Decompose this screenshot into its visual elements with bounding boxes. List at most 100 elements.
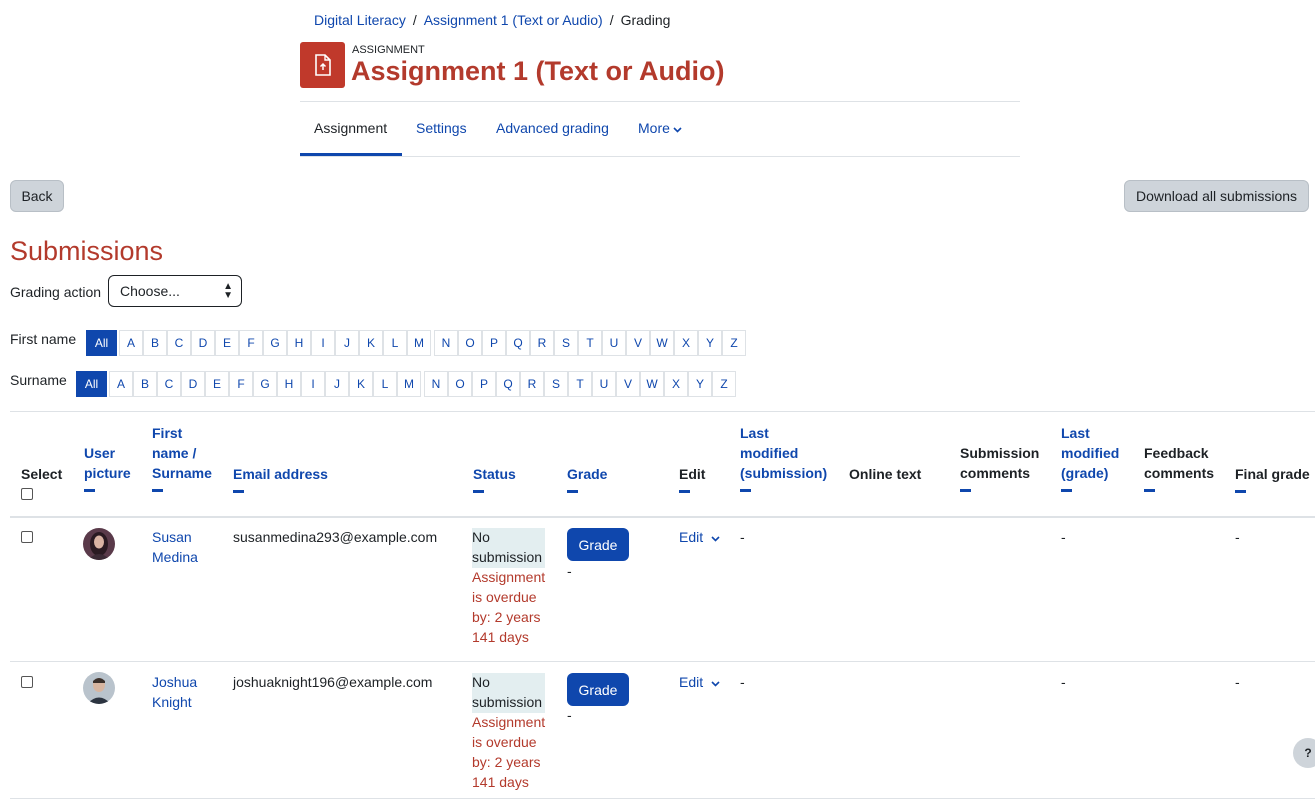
first-name-initial-i[interactable]: I	[311, 330, 335, 356]
surname-initial-x[interactable]: X	[664, 371, 688, 397]
first-name-initial-f[interactable]: F	[239, 330, 263, 356]
collapse-column-icon[interactable]	[960, 489, 971, 492]
first-name-initial-q[interactable]: Q	[506, 330, 530, 356]
collapse-column-icon[interactable]	[84, 489, 95, 492]
first-name-initial-c[interactable]: C	[167, 330, 191, 356]
first-name-initial-d[interactable]: D	[191, 330, 215, 356]
surname-initial-r[interactable]: R	[520, 371, 544, 397]
surname-initial-a[interactable]: A	[109, 371, 133, 397]
first-name-initial-g[interactable]: G	[263, 330, 287, 356]
column-header-status[interactable]: Status	[473, 464, 516, 493]
edit-menu[interactable]: Edit	[679, 672, 720, 692]
surname-initial-s[interactable]: S	[544, 371, 568, 397]
breadcrumb-assignment-link[interactable]: Assignment 1 (Text or Audio)	[424, 12, 603, 28]
first-name-initial-s[interactable]: S	[554, 330, 578, 356]
activity-type-label: ASSIGNMENT	[352, 44, 425, 56]
edit-menu[interactable]: Edit	[679, 527, 720, 547]
grade-button[interactable]: Grade	[567, 528, 629, 561]
avatar[interactable]	[83, 528, 115, 560]
collapse-column-icon[interactable]	[567, 490, 578, 493]
surname-initial-o[interactable]: O	[448, 371, 472, 397]
surname-initial-z[interactable]: Z	[712, 371, 736, 397]
first-name-initial-k[interactable]: K	[359, 330, 383, 356]
breadcrumb-separator: /	[412, 12, 417, 28]
collapse-column-icon[interactable]	[152, 489, 163, 492]
column-header-last-modified-submission[interactable]: Last modified (submission)	[740, 423, 827, 492]
column-header-grade[interactable]: Grade	[567, 464, 607, 493]
grade-button[interactable]: Grade	[567, 673, 629, 706]
collapse-column-icon[interactable]	[1235, 490, 1246, 493]
first-name-initial-z[interactable]: Z	[722, 330, 746, 356]
avatar[interactable]	[83, 672, 115, 704]
first-name-initial-r[interactable]: R	[530, 330, 554, 356]
surname-initial-k[interactable]: K	[349, 371, 373, 397]
first-name-initial-t[interactable]: T	[578, 330, 602, 356]
first-name-initial-b[interactable]: B	[143, 330, 167, 356]
surname-initial-p[interactable]: P	[472, 371, 496, 397]
surname-initial-u[interactable]: U	[592, 371, 616, 397]
first-name-initial-n[interactable]: N	[434, 330, 458, 356]
surname-initial-i[interactable]: I	[301, 371, 325, 397]
user-name-link[interactable]: Joshua Knight	[152, 672, 197, 712]
surname-initial-c[interactable]: C	[157, 371, 181, 397]
first-name-initial-x[interactable]: X	[674, 330, 698, 356]
column-header-name[interactable]: First name / Surname	[152, 423, 212, 492]
first-name-initial-p[interactable]: P	[482, 330, 506, 356]
column-header-edit: Edit	[679, 464, 705, 493]
column-header-email[interactable]: Email address	[233, 464, 328, 493]
first-name-initial-y[interactable]: Y	[698, 330, 722, 356]
surname-initial-n[interactable]: N	[424, 371, 448, 397]
first-name-initial-a[interactable]: A	[119, 330, 143, 356]
collapse-column-icon[interactable]	[740, 489, 751, 492]
tab-advanced-grading[interactable]: Advanced grading	[496, 120, 609, 136]
download-all-submissions-button[interactable]: Download all submissions	[1124, 180, 1309, 212]
tab-settings[interactable]: Settings	[416, 120, 467, 136]
surname-initial-l[interactable]: L	[373, 371, 397, 397]
grading-action-select[interactable]: Choose... ▲ ▼	[108, 275, 242, 307]
first-name-initial-o[interactable]: O	[458, 330, 482, 356]
surname-initial-j[interactable]: J	[325, 371, 349, 397]
first-name-initial-all[interactable]: All	[86, 330, 117, 356]
collapse-column-icon[interactable]	[473, 490, 484, 493]
select-all-checkbox[interactable]	[21, 488, 33, 500]
first-name-initial-h[interactable]: H	[287, 330, 311, 356]
submission-status: No submission Assignment is overdue by: …	[472, 527, 545, 647]
first-name-initial-u[interactable]: U	[602, 330, 626, 356]
surname-initial-b[interactable]: B	[133, 371, 157, 397]
collapse-column-icon[interactable]	[1144, 489, 1155, 492]
surname-initial-v[interactable]: V	[616, 371, 640, 397]
first-name-initial-m[interactable]: M	[407, 330, 431, 356]
column-header-user-picture[interactable]: User picture	[84, 443, 131, 492]
tab-more[interactable]: More	[638, 120, 682, 136]
collapse-column-icon[interactable]	[233, 490, 244, 493]
back-button[interactable]: Back	[10, 180, 64, 212]
column-header-select: Select	[21, 464, 62, 484]
surname-initial-all[interactable]: All	[76, 371, 107, 397]
surname-initial-h[interactable]: H	[277, 371, 301, 397]
surname-initial-w[interactable]: W	[640, 371, 664, 397]
column-header-last-modified-grade[interactable]: Last modified (grade)	[1061, 423, 1119, 492]
surname-initial-d[interactable]: D	[181, 371, 205, 397]
first-name-initial-w[interactable]: W	[650, 330, 674, 356]
help-button[interactable]: ?	[1293, 738, 1315, 768]
tab-more-label: More	[638, 120, 670, 136]
surname-initial-e[interactable]: E	[205, 371, 229, 397]
row-select-checkbox[interactable]	[21, 531, 33, 543]
user-name-link[interactable]: Susan Medina	[152, 527, 198, 567]
collapse-column-icon[interactable]	[1061, 489, 1072, 492]
submission-status: No submission Assignment is overdue by: …	[472, 672, 545, 792]
first-name-initial-v[interactable]: V	[626, 330, 650, 356]
first-name-initial-l[interactable]: L	[383, 330, 407, 356]
surname-initial-m[interactable]: M	[397, 371, 421, 397]
row-select-checkbox[interactable]	[21, 676, 33, 688]
first-name-initial-j[interactable]: J	[335, 330, 359, 356]
collapse-column-icon[interactable]	[679, 490, 690, 493]
first-name-initial-e[interactable]: E	[215, 330, 239, 356]
surname-initial-g[interactable]: G	[253, 371, 277, 397]
tab-assignment[interactable]: Assignment	[314, 120, 387, 136]
surname-initial-y[interactable]: Y	[688, 371, 712, 397]
surname-initial-t[interactable]: T	[568, 371, 592, 397]
breadcrumb-course-link[interactable]: Digital Literacy	[314, 12, 406, 28]
surname-initial-f[interactable]: F	[229, 371, 253, 397]
surname-initial-q[interactable]: Q	[496, 371, 520, 397]
